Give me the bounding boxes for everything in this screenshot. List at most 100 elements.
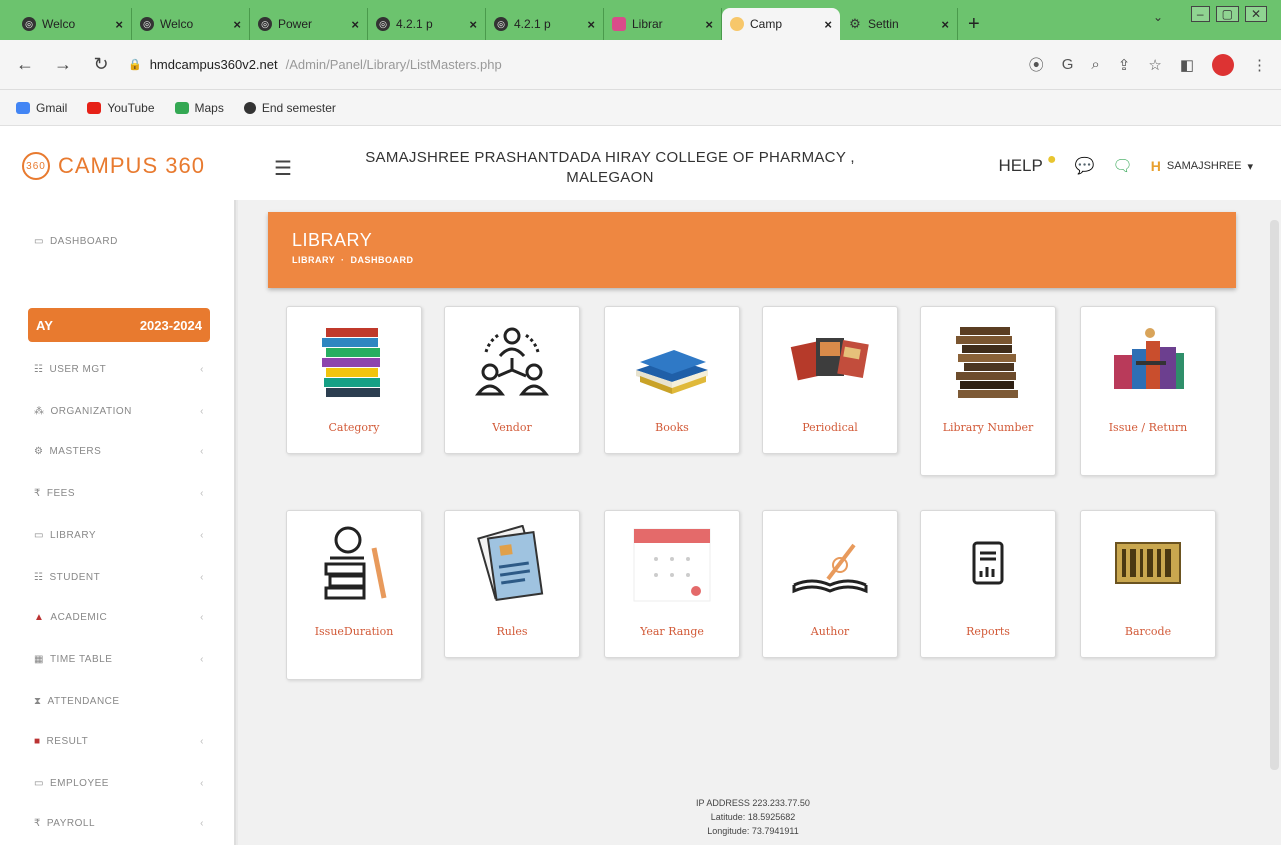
close-icon[interactable]: × <box>824 17 832 32</box>
chevron-left-icon: ‹ <box>200 778 204 789</box>
browser-tab[interactable]: ⚙ Settin × <box>840 8 958 40</box>
card-periodical[interactable]: Periodical <box>762 306 898 454</box>
bookmark-end-semester[interactable]: End semester <box>243 101 336 115</box>
latitude: Latitude: 18.5925682 <box>710 812 796 822</box>
card-year-range[interactable]: Year Range <box>604 510 740 658</box>
chevron-left-icon: ‹ <box>200 818 204 829</box>
help-link[interactable]: HELP <box>998 156 1042 176</box>
close-icon[interactable]: × <box>941 17 949 32</box>
zoom-icon[interactable]: ⌕ <box>1091 56 1099 73</box>
back-icon[interactable]: ← <box>14 54 36 75</box>
bookmark-star-icon[interactable]: ☆ <box>1148 56 1161 74</box>
share-icon[interactable]: ⇪ <box>1118 56 1131 74</box>
attendance-icon: ⧗ <box>34 696 42 707</box>
chevron-down-icon: ▾ <box>1247 160 1253 173</box>
card-library-number[interactable]: Library Number <box>920 306 1056 476</box>
close-icon[interactable]: × <box>351 17 359 32</box>
gmail-icon <box>16 101 30 114</box>
page-banner: LIBRARY LIBRARY · DASHBOARD <box>268 212 1236 288</box>
browser-tab[interactable]: ◎ Welco × <box>132 8 250 40</box>
new-tab-button[interactable]: + <box>958 8 990 40</box>
bookmark-youtube[interactable]: YouTube <box>87 101 155 115</box>
globe-icon <box>243 101 256 114</box>
card-issue-return[interactable]: Issue / Return <box>1080 306 1216 476</box>
close-icon[interactable]: × <box>587 17 595 32</box>
browser-tab-active[interactable]: Camp × <box>722 8 840 40</box>
card-barcode[interactable]: Barcode <box>1080 510 1216 658</box>
bookmark-gmail[interactable]: Gmail <box>16 101 67 115</box>
translate-icon[interactable]: G <box>1062 56 1074 73</box>
card-category[interactable]: Category <box>286 306 422 454</box>
location-icon[interactable]: ⦿ <box>1029 54 1044 75</box>
sidebar-item-employee[interactable]: ▭ EMPLOYEE ‹ <box>34 778 204 789</box>
browser-tab[interactable]: ◎ 4.2.1 p × <box>368 8 486 40</box>
close-icon[interactable]: × <box>233 17 241 32</box>
reload-icon[interactable]: ↻ <box>90 54 112 75</box>
library-icon: ▭ <box>34 530 44 541</box>
breadcrumb-library[interactable]: LIBRARY <box>292 255 335 265</box>
sidebar-item-attendance[interactable]: ⧗ ATTENDANCE <box>34 696 204 707</box>
sidebar-item-dashboard[interactable]: ▭ DASHBOARD <box>34 236 204 247</box>
user-menu[interactable]: H SAMAJSHREE ▾ <box>1151 158 1253 174</box>
books-icon <box>630 321 714 401</box>
message-icon[interactable]: 🗨 <box>1112 156 1132 176</box>
browser-tab[interactable]: Librar × <box>604 8 722 40</box>
maps-icon <box>174 101 189 114</box>
close-icon[interactable]: × <box>469 17 477 32</box>
academic-year-selector[interactable]: AY 2023-2024 <box>28 308 210 342</box>
browser-tab[interactable]: ◎ 4.2.1 p × <box>486 8 604 40</box>
card-vendor[interactable]: Vendor <box>444 306 580 454</box>
scrollbar-thumb[interactable] <box>1270 220 1279 770</box>
kebab-menu-icon[interactable]: ⋮ <box>1252 56 1267 74</box>
url-field[interactable]: 🔒 hmdcampus360v2.net/Admin/Panel/Library… <box>128 57 1013 72</box>
browser-tab[interactable]: ◎ Welco × <box>14 8 132 40</box>
page-scrollbar[interactable] <box>1268 200 1281 845</box>
sidebar-item-fees[interactable]: ₹ FEES ‹ <box>34 488 204 499</box>
library-number-icon <box>946 321 1030 401</box>
breadcrumb-dashboard[interactable]: DASHBOARD <box>351 255 414 265</box>
card-rules[interactable]: Rules <box>444 510 580 658</box>
profile-avatar[interactable] <box>1212 53 1234 76</box>
sidebar-item-payroll[interactable]: ₹ PAYROLL ‹ <box>34 818 204 829</box>
url-host: hmdcampus360v2.net <box>149 57 278 72</box>
card-reports[interactable]: Reports <box>920 510 1056 658</box>
bookmark-maps[interactable]: Maps <box>174 101 224 115</box>
gear-icon: ⚙ <box>849 16 861 31</box>
campus-logo[interactable]: 360 CAMPUS 360 <box>22 152 205 180</box>
hamburger-menu-icon[interactable]: ☰ <box>274 156 292 181</box>
window-controls: – ▢ ✕ <box>1190 6 1267 22</box>
globe-icon: ◎ <box>22 17 36 31</box>
browser-tab[interactable]: ◎ Power × <box>250 8 368 40</box>
sidebar-item-library[interactable]: ▭ LIBRARY ‹ <box>34 530 204 541</box>
minimize-icon[interactable]: – <box>1190 6 1210 22</box>
sidebar: ▭ DASHBOARD AY 2023-2024 ☷ USER MGT ‹ ⁂ … <box>0 200 236 845</box>
dashboard-icon: ▭ <box>34 236 44 247</box>
bookmarks-bar: Gmail YouTube Maps End semester <box>0 90 1281 126</box>
sidebar-item-time-table[interactable]: ▦ TIME TABLE ‹ <box>34 654 204 665</box>
sidepanel-icon[interactable]: ◧ <box>1180 56 1194 74</box>
library-favicon-icon <box>612 17 626 31</box>
author-pen-icon <box>788 525 872 605</box>
globe-icon: ◎ <box>140 17 154 31</box>
chat-icon[interactable]: 💬 <box>1075 156 1095 176</box>
sidebar-item-student[interactable]: ☷ STUDENT ‹ <box>34 572 204 583</box>
globe-icon: ◎ <box>376 17 390 31</box>
maximize-icon[interactable]: ▢ <box>1215 6 1239 22</box>
campus-favicon-icon <box>730 17 744 31</box>
sidebar-item-masters[interactable]: ⚙ MASTERS ‹ <box>34 446 204 457</box>
sidebar-item-academic[interactable]: ▲ ACADEMIC ‹ <box>34 612 204 623</box>
forward-icon[interactable]: → <box>52 54 74 75</box>
longitude: Longitude: 73.7941911 <box>707 826 799 836</box>
close-icon[interactable]: × <box>115 17 123 32</box>
close-icon[interactable]: × <box>705 17 713 32</box>
sidebar-item-organization[interactable]: ⁂ ORGANIZATION ‹ <box>34 406 204 417</box>
close-window-icon[interactable]: ✕ <box>1244 6 1267 22</box>
main-content: LIBRARY LIBRARY · DASHBOARD Category Ven… <box>238 200 1268 845</box>
card-books[interactable]: Books <box>604 306 740 454</box>
sidebar-item-user-mgt[interactable]: ☷ USER MGT ‹ <box>34 364 204 375</box>
sidebar-item-result[interactable]: ■ RESULT ‹ <box>34 736 204 747</box>
card-author[interactable]: Author <box>762 510 898 658</box>
page-title: LIBRARY <box>292 230 373 250</box>
tab-search-icon[interactable]: ⌄ <box>1153 10 1163 24</box>
card-issue-duration[interactable]: IssueDuration <box>286 510 422 680</box>
